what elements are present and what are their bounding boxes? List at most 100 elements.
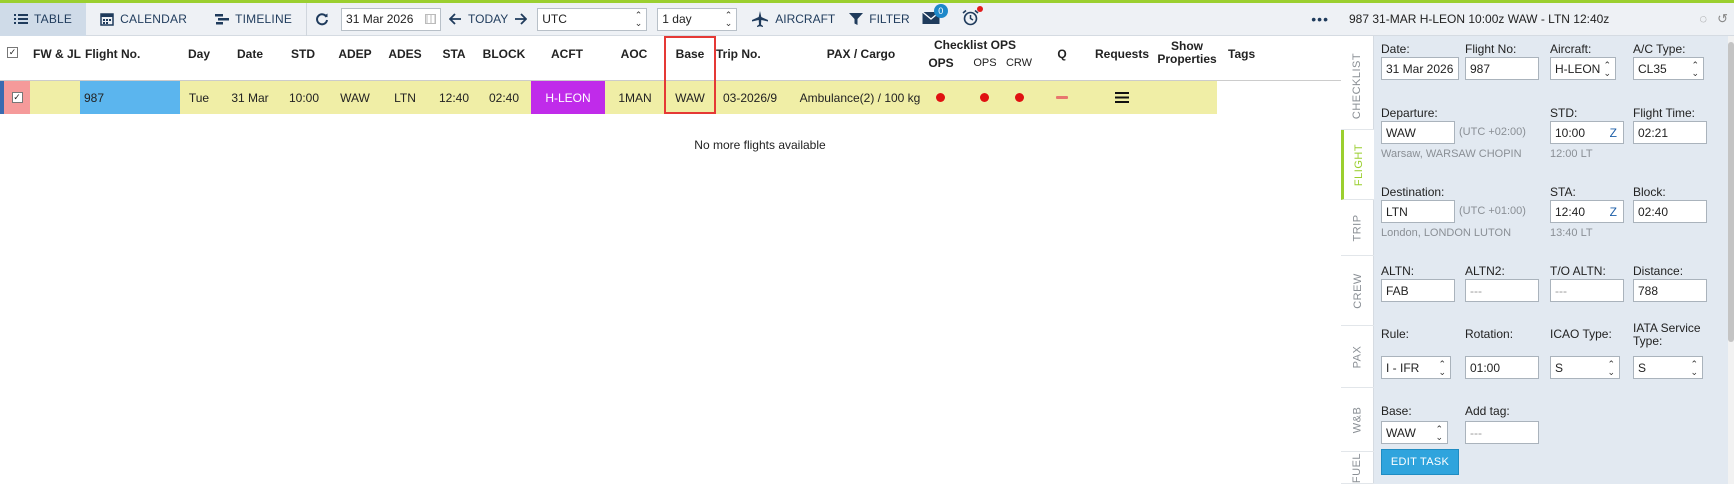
col-ops-sub[interactable]: OPS: [968, 57, 1002, 69]
ops-sub-status-icon[interactable]: [974, 81, 994, 114]
rotation-field[interactable]: 01:00: [1465, 356, 1539, 379]
col-q[interactable]: Q: [1055, 47, 1069, 61]
date-field[interactable]: 31 Mar 2026: [1381, 57, 1459, 80]
col-date[interactable]: Date: [230, 47, 270, 61]
col-pax-cargo[interactable]: PAX / Cargo: [816, 47, 906, 61]
icao-type-label: ICAO Type:: [1550, 327, 1612, 341]
flight-time-field[interactable]: 02:21: [1633, 121, 1707, 144]
col-adep[interactable]: ADEP: [334, 47, 376, 61]
iata-service-type-select[interactable]: S ⌃ ⌄: [1633, 356, 1703, 379]
calendar-small-icon[interactable]: [425, 14, 437, 24]
tab-pax-label: PAX: [1351, 345, 1364, 368]
sync-icon[interactable]: ◌: [1699, 11, 1707, 27]
col-ades[interactable]: ADES: [384, 47, 426, 61]
altn2-field[interactable]: ---: [1465, 279, 1539, 302]
aircraft-button[interactable]: AIRCRAFT: [751, 10, 835, 28]
sta-zulu-indicator[interactable]: Z: [1610, 205, 1617, 219]
tab-calendar[interactable]: CALENDAR: [86, 3, 201, 36]
messages-button[interactable]: 0: [921, 3, 948, 28]
select-arrows-icon: ⌃ ⌄: [1690, 358, 1698, 377]
std-zulu-indicator[interactable]: Z: [1610, 126, 1617, 140]
col-flight-no[interactable]: Flight No.: [85, 47, 140, 61]
distance-field[interactable]: 788: [1633, 279, 1707, 302]
col-tags[interactable]: Tags: [1228, 47, 1255, 61]
tab-wb[interactable]: W&B: [1341, 388, 1374, 452]
ac-type-select[interactable]: CL35 ⌃ ⌄: [1633, 57, 1704, 80]
requests-menu-icon[interactable]: [1110, 81, 1134, 114]
panel-scrollbar[interactable]: [1728, 36, 1734, 484]
col-std[interactable]: STD: [286, 47, 320, 61]
col-day[interactable]: Day: [183, 47, 215, 61]
col-show-properties[interactable]: Show Properties: [1156, 40, 1218, 66]
range-select[interactable]: 1 day ⌃ ⌄: [657, 7, 738, 31]
tab-timeline[interactable]: TIMELINE: [201, 3, 306, 36]
ops-status-icon[interactable]: [930, 81, 950, 114]
col-trip-no[interactable]: Trip No.: [716, 47, 761, 61]
col-crw[interactable]: CRW: [1004, 57, 1034, 69]
table-row[interactable]: ✓ 987 Tue 31 Mar 10:00 WAW LTN 12:40 02:…: [0, 81, 1217, 114]
col-acft[interactable]: ACFT: [545, 47, 589, 61]
col-fwjl[interactable]: FW & JL: [33, 47, 81, 61]
block-field[interactable]: 02:40: [1633, 200, 1707, 223]
sta-field[interactable]: 12:40 Z: [1550, 200, 1624, 223]
departure-timezone: (UTC +02:00): [1459, 126, 1526, 138]
tab-trip[interactable]: TRIP: [1341, 200, 1374, 256]
base-select[interactable]: WAW ⌃ ⌄: [1381, 421, 1448, 444]
std-label: STD:: [1550, 106, 1578, 120]
flight-time-label: Flight Time:: [1633, 106, 1696, 120]
to-altn-field[interactable]: ---: [1550, 279, 1624, 302]
sta-local-time: 13:40 LT: [1550, 227, 1593, 239]
tab-flight-label: FLIGHT: [1353, 143, 1365, 186]
destination-field[interactable]: LTN: [1381, 200, 1455, 223]
altn-field[interactable]: FAB: [1381, 279, 1455, 302]
select-all-checkbox[interactable]: ✓: [7, 47, 18, 58]
col-sta[interactable]: STA: [437, 47, 471, 61]
departure-field[interactable]: WAW: [1381, 121, 1455, 144]
col-requests[interactable]: Requests: [1092, 47, 1152, 61]
today-button[interactable]: TODAY: [468, 12, 508, 26]
flight-no-label: Flight No:: [1465, 42, 1517, 56]
timezone-select[interactable]: UTC ⌃ ⌄: [537, 7, 648, 31]
col-base[interactable]: Base: [666, 47, 714, 61]
tab-checklist[interactable]: CHECKLIST: [1341, 42, 1374, 130]
aircraft-select[interactable]: H-LEON ⌃ ⌄: [1550, 57, 1616, 80]
select-arrows-icon: ⌃ ⌄: [634, 10, 643, 28]
arrow-left-icon[interactable]: [449, 13, 462, 25]
edit-task-button[interactable]: EDIT TASK: [1381, 449, 1459, 475]
add-tag-field[interactable]: ---: [1465, 421, 1539, 444]
tab-pax[interactable]: PAX: [1341, 326, 1374, 388]
tab-flight[interactable]: FLIGHT: [1341, 130, 1374, 200]
flight-no-field[interactable]: 987: [1465, 57, 1539, 80]
table-header: ✓ FW & JL Flight No. Day Date STD ADEP A…: [0, 36, 1341, 81]
rule-select[interactable]: I - IFR ⌃ ⌄: [1381, 356, 1451, 379]
alarm-clock-icon: [962, 9, 979, 26]
q-status-icon[interactable]: [1052, 81, 1072, 114]
tab-fuel[interactable]: FUEL: [1341, 452, 1374, 484]
refresh-button[interactable]: [307, 3, 337, 36]
plane-icon: [752, 11, 769, 27]
row-std: 10:00: [288, 90, 320, 105]
icao-type-select[interactable]: S ⌃ ⌄: [1550, 356, 1620, 379]
tab-table[interactable]: TABLE: [0, 2, 87, 36]
row-sta: 12:40: [438, 90, 470, 105]
altn-label: ALTN:: [1381, 264, 1415, 278]
col-block[interactable]: BLOCK: [481, 47, 527, 61]
alarms-button[interactable]: [962, 6, 983, 29]
std-field[interactable]: 10:00 Z: [1550, 121, 1624, 144]
col-aoc[interactable]: AOC: [617, 47, 651, 61]
row-trip-no[interactable]: 03-2026/9: [718, 81, 782, 114]
panel-vertical-tabs: CHECKLIST FLIGHT TRIP CREW PAX W&B FUEL: [1341, 36, 1374, 484]
scrollbar-thumb[interactable]: [1728, 42, 1734, 342]
row-flight-no[interactable]: 987: [80, 81, 180, 114]
more-menu-icon[interactable]: •••: [1311, 11, 1329, 27]
col-ops[interactable]: OPS: [926, 56, 956, 70]
row-acft[interactable]: H-LEON: [531, 81, 605, 114]
filter-button[interactable]: FILTER: [849, 12, 910, 26]
tab-crew[interactable]: CREW: [1341, 256, 1374, 326]
history-icon[interactable]: ↺: [1717, 11, 1728, 27]
arrow-right-icon[interactable]: [514, 13, 528, 25]
date-picker[interactable]: 31 Mar 2026: [341, 7, 442, 31]
add-tag-label: Add tag:: [1465, 404, 1510, 418]
crw-status-icon[interactable]: [1009, 81, 1029, 114]
row-checkbox[interactable]: ✓: [4, 81, 30, 114]
